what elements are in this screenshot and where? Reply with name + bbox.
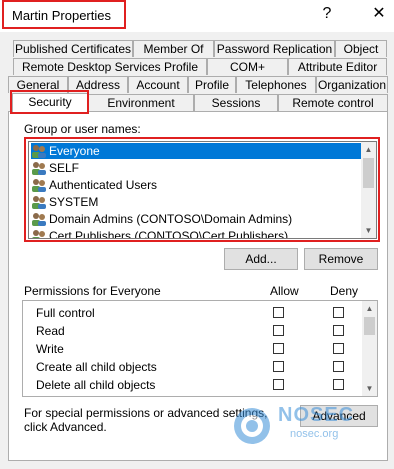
tab-remote-desktop-services-profile[interactable]: Remote Desktop Services Profile — [13, 58, 207, 75]
tab-profile[interactable]: Profile — [188, 76, 236, 93]
deny-checkbox[interactable] — [333, 325, 344, 336]
scroll-down-arrow-icon[interactable]: ▼ — [362, 381, 377, 396]
permission-name: Full control — [36, 306, 95, 320]
add-button[interactable]: Add... — [224, 248, 298, 270]
allow-checkbox[interactable] — [273, 325, 284, 336]
deny-checkbox[interactable] — [333, 307, 344, 318]
tab-object[interactable]: Object — [335, 40, 387, 57]
deny-checkbox[interactable] — [333, 343, 344, 354]
watermark-site: nosec.org — [290, 428, 339, 440]
tab-organization[interactable]: Organization — [316, 76, 388, 93]
scroll-up-arrow-icon[interactable]: ▲ — [362, 301, 377, 316]
allow-checkbox[interactable] — [273, 307, 284, 318]
tab-remote-control[interactable]: Remote control — [278, 94, 388, 111]
permission-name: Read — [36, 324, 65, 338]
allow-checkbox[interactable] — [273, 343, 284, 354]
tab-com-plus[interactable]: COM+ — [207, 58, 288, 75]
title-highlight-box — [2, 0, 126, 29]
allow-checkbox[interactable] — [273, 361, 284, 372]
nosec-watermark: NOSEC nosec.org — [232, 404, 355, 448]
allow-header: Allow — [270, 284, 299, 298]
scrollbar-thumb[interactable] — [364, 317, 375, 335]
deny-checkbox[interactable] — [333, 379, 344, 390]
tab-environment[interactable]: Environment — [88, 94, 194, 111]
tab-attribute-editor[interactable]: Attribute Editor — [288, 58, 387, 75]
permissions-label: Permissions for Everyone — [24, 284, 161, 298]
permission-name: Write — [36, 342, 64, 356]
permission-row: Create all child objects — [23, 358, 363, 376]
permissions-scrollbar[interactable]: ▲ ▼ — [362, 301, 377, 396]
deny-header: Deny — [330, 284, 359, 298]
help-button[interactable]: ? — [316, 4, 338, 24]
tab-telephones[interactable]: Telephones — [236, 76, 316, 93]
security-tab-highlight-box — [10, 90, 89, 114]
permission-name: Create all child objects — [36, 360, 157, 374]
tab-member-of[interactable]: Member Of — [133, 40, 214, 57]
deny-checkbox[interactable] — [333, 361, 344, 372]
tab-published-certificates[interactable]: Published Certificates — [13, 40, 133, 57]
tab-account[interactable]: Account — [128, 76, 188, 93]
tab-sessions[interactable]: Sessions — [194, 94, 278, 111]
close-button[interactable]: ✕ — [368, 4, 390, 24]
permission-row: Delete all child objects — [23, 376, 363, 394]
permission-row: Read — [23, 322, 363, 340]
permission-row: Full control — [23, 304, 363, 322]
allow-checkbox[interactable] — [273, 379, 284, 390]
group-names-label: Group or user names: — [24, 122, 141, 136]
title-bar: Martin Properties ? ✕ — [0, 0, 394, 32]
permission-row: Write — [23, 340, 363, 358]
watermark-brand: NOSEC — [278, 404, 355, 426]
permission-name: Delete all child objects — [36, 378, 156, 392]
permissions-list: Full control Read Write Create all child… — [22, 300, 378, 397]
nosec-logo-icon — [234, 408, 270, 444]
remove-button[interactable]: Remove — [304, 248, 378, 270]
tab-password-replication[interactable]: Password Replication — [214, 40, 335, 57]
user-list-highlight-box — [24, 137, 380, 242]
